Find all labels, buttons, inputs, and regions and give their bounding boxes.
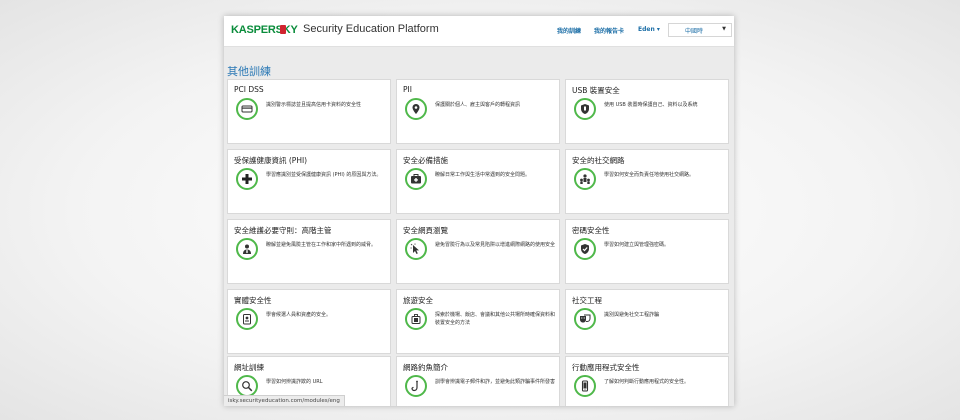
training-card-physical-security[interactable]: 實體安全性 學會候選人員和資產的安全。 [227, 289, 391, 354]
kaspersky-logo[interactable]: KASPERSKY [231, 24, 298, 36]
card-description: 識別與避免社交工程詐騙 [604, 312, 660, 318]
usb-shield-icon [574, 98, 596, 120]
training-card-usb[interactable]: USB 裝置安全 使用 USB 裝置時保護自己、資料以及系統 [565, 79, 729, 144]
logo-lab-mark [280, 25, 286, 34]
card-description: 探索於機場、飯店、會議和其他公共場所時確保資料和裝置安全的方法 [435, 312, 556, 326]
card-title: 安全必備措施 [403, 156, 448, 165]
card-title: USB 裝置安全 [572, 86, 620, 95]
password-shield-icon [574, 238, 596, 260]
medical-cross-icon [236, 168, 258, 190]
card-title: 實體安全性 [234, 296, 272, 305]
first-aid-kit-icon [405, 168, 427, 190]
travel-icon [405, 308, 427, 330]
card-title: 社交工程 [572, 296, 602, 305]
credit-card-icon [236, 98, 258, 120]
card-description: 保護關於個人、雇主與客戶的轉程資訊 [435, 102, 521, 108]
masks-icon [574, 308, 596, 330]
language-select[interactable]: 中國時 ▼ [668, 23, 732, 37]
training-card-executives[interactable]: 安全維護必要守則：高階主管 瞭解並避免風險主管在工作和家中所遇到的威脅。 [227, 219, 391, 284]
card-title: 行動應用程式安全性 [572, 363, 640, 372]
card-title: 密碼安全性 [572, 226, 610, 235]
training-card-essentials[interactable]: 安全必備措施 瞭解日常工作與生活中常遇到的安全問題。 [396, 149, 560, 214]
card-title: 安全的社交網路 [572, 156, 625, 165]
card-title: PII [403, 85, 412, 94]
url-magnifier-icon [236, 375, 258, 397]
card-description: 訓學會辨識電子郵件和詐，並避免此類詐騙事件所發害 [435, 379, 556, 385]
phishing-hook-icon [405, 375, 427, 397]
training-card-password[interactable]: 密碼安全性 學習如何建立與管理強密碼。 [565, 219, 729, 284]
card-description: 學習如何建立與管理強密碼。 [604, 242, 670, 248]
card-description: 學習如何辨識詐欺的 URL [266, 379, 323, 385]
card-title: 安全維護必要守則：高階主管 [234, 226, 332, 235]
training-card-mobile-apps[interactable]: 行動應用程式安全性 了解如何判斷行動應用程式的安全性。 [565, 356, 729, 406]
training-card-social-networking[interactable]: 安全的社交網路 學習如何安全而負責任地使用社交網路。 [565, 149, 729, 214]
status-bar-url: isky.securityeducation.com/modules/eng [224, 395, 345, 406]
location-pin-icon [405, 98, 427, 120]
platform-title: Security Education Platform [303, 23, 439, 35]
training-card-safe-browsing[interactable]: 安全網頁瀏覽 避免冒險行為以及常見陷阱以增進網際網路的使用安全 [396, 219, 560, 284]
card-title: 網址訓練 [234, 363, 264, 372]
card-title: 受保護健康資訊 (PHI) [234, 156, 308, 165]
card-description: 避免冒險行為以及常見陷阱以增進網際網路的使用安全 [435, 242, 556, 248]
training-card-phishing[interactable]: 網路釣魚簡介 訓學會辨識電子郵件和詐，並避免此類詐騙事件所發害 [396, 356, 560, 406]
training-card-pii[interactable]: PII 保護關於個人、雇主與客戶的轉程資訊 [396, 79, 560, 144]
card-title: PCI DSS [234, 85, 264, 94]
training-card-travel[interactable]: 旅遊安全 探索於機場、飯店、會議和其他公共場所時確保資料和裝置安全的方法 [396, 289, 560, 354]
training-card-pci-dss[interactable]: PCI DSS 識別警示標誌並且提高信用卡資料的安全性 [227, 79, 391, 144]
training-card-social-engineering[interactable]: 社交工程 識別與避免社交工程詐騙 [565, 289, 729, 354]
top-navigation-bar: KASPERSKY Security Education Platform 我的… [224, 16, 734, 47]
card-description: 學會候選人員和資產的安全。 [266, 312, 332, 318]
training-card-phi[interactable]: 受保護健康資訊 (PHI) 學習應識別並受保護健康資訊 (PHI) 的原因與方法… [227, 149, 391, 214]
browser-window: KASPERSKY Security Education Platform 我的… [224, 16, 734, 406]
card-description: 學習應識別並受保護健康資訊 (PHI) 的原因與方法。 [266, 172, 382, 178]
executive-icon [236, 238, 258, 260]
card-description: 瞭解並避免風險主管在工作和家中所遇到的威脅。 [266, 242, 377, 248]
card-title: 旅遊安全 [403, 296, 433, 305]
card-title: 網路釣魚簡介 [403, 363, 448, 372]
id-badge-icon [236, 308, 258, 330]
cursor-click-icon [405, 238, 427, 260]
card-description: 識別警示標誌並且提高信用卡資料的安全性 [266, 102, 362, 108]
card-description: 瞭解日常工作與生活中常遇到的安全問題。 [435, 172, 531, 178]
language-select-value: 中國時 [685, 28, 704, 35]
social-network-icon [574, 168, 596, 190]
nav-my-report-card[interactable]: 我的報告卡 [594, 26, 624, 35]
chevron-down-icon: ▼ [722, 26, 726, 32]
card-description: 學習如何安全而負責任地使用社交網路。 [604, 172, 695, 178]
nav-my-training[interactable]: 我的訓練 [557, 26, 581, 35]
user-menu[interactable]: Eden ▾ [638, 26, 660, 33]
section-title: 其他訓練 [227, 65, 271, 78]
card-title: 安全網頁瀏覽 [403, 226, 448, 235]
mobile-app-icon [574, 375, 596, 397]
card-description: 使用 USB 裝置時保護自己、資料以及系統 [604, 102, 698, 108]
card-description: 了解如何判斷行動應用程式的安全性。 [604, 379, 690, 385]
